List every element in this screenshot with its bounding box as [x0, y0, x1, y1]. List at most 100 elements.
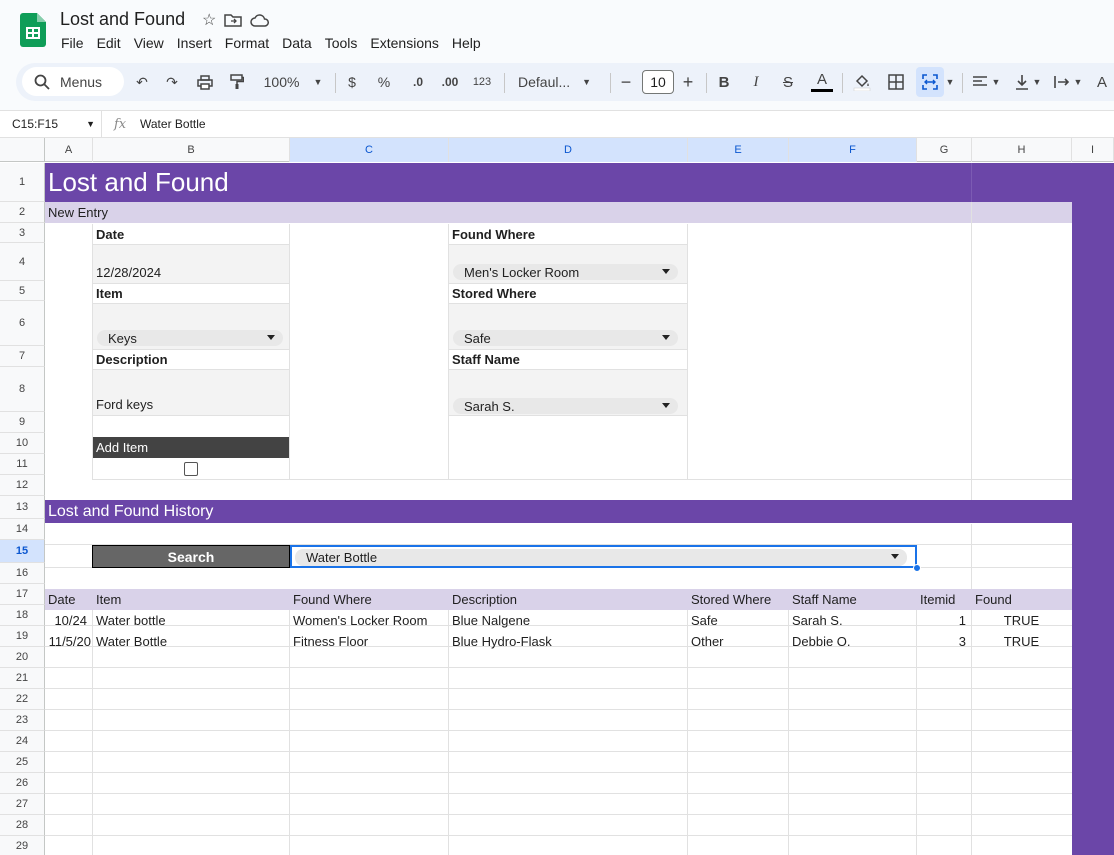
row-header-11[interactable]: 11 — [0, 454, 45, 475]
row2-found-where[interactable]: Fitness Floor — [290, 631, 448, 652]
staff-name-dropdown[interactable]: Sarah S. — [453, 398, 678, 414]
row-header-28[interactable]: 28 — [0, 815, 45, 836]
col-header-a[interactable]: A — [45, 138, 93, 162]
menu-extensions[interactable]: Extensions — [370, 35, 438, 51]
date-field[interactable]: 12/28/2024 — [93, 245, 289, 283]
horizontal-align-icon[interactable]: ▼ — [968, 63, 1004, 101]
zoom-select[interactable]: 100% ▼ — [258, 63, 328, 101]
font-size-decrease-icon[interactable]: − — [616, 63, 636, 101]
fill-color-icon[interactable] — [850, 63, 874, 101]
row-header-26[interactable]: 26 — [0, 773, 45, 794]
found-where-dropdown[interactable]: Men's Locker Room — [453, 264, 678, 280]
header-found-where[interactable]: Found Where — [290, 589, 448, 610]
header-staff-name[interactable]: Staff Name — [789, 589, 916, 610]
row1-itemid[interactable]: 1 — [917, 610, 971, 631]
header-date[interactable]: Date — [45, 589, 92, 610]
column-i-purple[interactable] — [1072, 163, 1114, 855]
menu-insert[interactable]: Insert — [177, 35, 212, 51]
select-all-corner[interactable] — [0, 138, 45, 162]
menu-edit[interactable]: Edit — [97, 35, 121, 51]
row1-item[interactable]: Water bottle — [93, 610, 289, 631]
row-header-9[interactable]: 9 — [0, 412, 45, 433]
col-header-b[interactable]: B — [93, 138, 290, 162]
spreadsheet-grid[interactable]: A B C D E F G H I 1 2 3 4 5 6 7 8 9 10 11 12 13 14 15 1… — [0, 138, 1114, 855]
increase-decimal-button[interactable]: .00 — [438, 63, 462, 101]
row-header-1[interactable]: 1 — [0, 163, 45, 202]
menus-search[interactable]: Menus — [22, 67, 124, 96]
text-rotation-icon[interactable]: A — [1092, 63, 1112, 101]
strikethrough-icon[interactable]: S — [778, 63, 798, 101]
row2-stored-where[interactable]: Other — [688, 631, 788, 652]
row-header-27[interactable]: 27 — [0, 794, 45, 815]
menu-tools[interactable]: Tools — [325, 35, 358, 51]
menu-data[interactable]: Data — [282, 35, 312, 51]
italic-icon[interactable]: I — [746, 63, 766, 101]
col-header-g[interactable]: G — [917, 138, 972, 162]
menu-help[interactable]: Help — [452, 35, 481, 51]
row-header-7[interactable]: 7 — [0, 346, 45, 367]
percent-format-button[interactable]: % — [374, 63, 394, 101]
fill-handle[interactable] — [913, 564, 921, 572]
row1-found-where[interactable]: Women's Locker Room — [290, 610, 448, 631]
header-itemid[interactable]: Itemid — [917, 589, 971, 610]
text-color-icon[interactable]: A — [810, 63, 834, 101]
sheets-logo-icon[interactable] — [20, 13, 46, 47]
row-header-5[interactable]: 5 — [0, 281, 45, 301]
cloud-status-icon[interactable] — [250, 10, 270, 30]
name-box[interactable]: C15:F15 ▼ — [0, 111, 102, 137]
header-item[interactable]: Item — [93, 589, 289, 610]
description-field[interactable]: Ford keys — [93, 370, 289, 415]
history-title[interactable]: Lost and Found History — [45, 500, 1072, 523]
decrease-decimal-button[interactable]: .0 — [406, 63, 430, 101]
row-header-8[interactable]: 8 — [0, 367, 45, 412]
col-header-d[interactable]: D — [449, 138, 688, 162]
row-header-15[interactable]: 15 — [0, 540, 45, 563]
star-icon[interactable]: ☆ — [202, 10, 216, 30]
col-header-h[interactable]: H — [972, 138, 1072, 162]
row2-staff-name[interactable]: Debbie O. — [789, 631, 916, 652]
text-wrapping-icon[interactable]: ▼ — [1050, 63, 1086, 101]
redo-icon[interactable]: ↷ — [162, 63, 182, 101]
stored-where-dropdown[interactable]: Safe — [453, 330, 678, 346]
row-header-14[interactable]: 14 — [0, 519, 45, 540]
new-entry-label[interactable]: New Entry — [45, 202, 971, 223]
row-header-13[interactable]: 13 — [0, 496, 45, 519]
header-stored-where[interactable]: Stored Where — [688, 589, 788, 610]
search-dropdown[interactable]: Water Bottle — [295, 549, 907, 566]
row-header-3[interactable]: 3 — [0, 223, 45, 243]
col-header-e[interactable]: E — [688, 138, 789, 162]
col-header-f[interactable]: F — [789, 138, 917, 162]
row-header-2[interactable]: 2 — [0, 202, 45, 223]
row-header-21[interactable]: 21 — [0, 668, 45, 689]
row2-description[interactable]: Blue Hydro-Flask — [449, 631, 687, 652]
vertical-align-icon[interactable]: ▼ — [1010, 63, 1046, 101]
row1-stored-where[interactable]: Safe — [688, 610, 788, 631]
new-entry-cell-h[interactable] — [972, 202, 1072, 223]
bold-icon[interactable]: B — [714, 63, 734, 101]
row2-found[interactable]: TRUE — [972, 631, 1071, 652]
row-header-17[interactable]: 17 — [0, 584, 45, 605]
row-header-25[interactable]: 25 — [0, 752, 45, 773]
row-header-20[interactable]: 20 — [0, 647, 45, 668]
font-size-increase-icon[interactable]: + — [678, 63, 698, 101]
item-dropdown[interactable]: Keys — [97, 330, 283, 346]
paint-format-icon[interactable] — [226, 63, 248, 101]
borders-icon[interactable] — [884, 63, 908, 101]
menu-view[interactable]: View — [134, 35, 164, 51]
menu-format[interactable]: Format — [225, 35, 269, 51]
merge-cells-dropdown-icon[interactable]: ▼ — [944, 63, 956, 101]
row-header-4[interactable]: 4 — [0, 243, 45, 281]
document-title[interactable]: Lost and Found — [60, 9, 185, 30]
row1-staff-name[interactable]: Sarah S. — [789, 610, 916, 631]
row-header-19[interactable]: 19 — [0, 626, 45, 647]
row-header-16[interactable]: 16 — [0, 563, 45, 584]
sheet-title[interactable]: Lost and Found — [45, 163, 1072, 202]
menu-file[interactable]: File — [61, 35, 84, 51]
col-header-i[interactable]: I — [1072, 138, 1114, 162]
row1-date[interactable]: 10/24 — [45, 610, 92, 631]
font-select[interactable]: Defaul... ▼ — [512, 63, 598, 101]
row-header-29[interactable]: 29 — [0, 836, 45, 855]
row-header-6[interactable]: 6 — [0, 301, 45, 346]
font-size-input[interactable]: 10 — [642, 70, 674, 94]
merge-cells-icon[interactable] — [916, 67, 944, 97]
